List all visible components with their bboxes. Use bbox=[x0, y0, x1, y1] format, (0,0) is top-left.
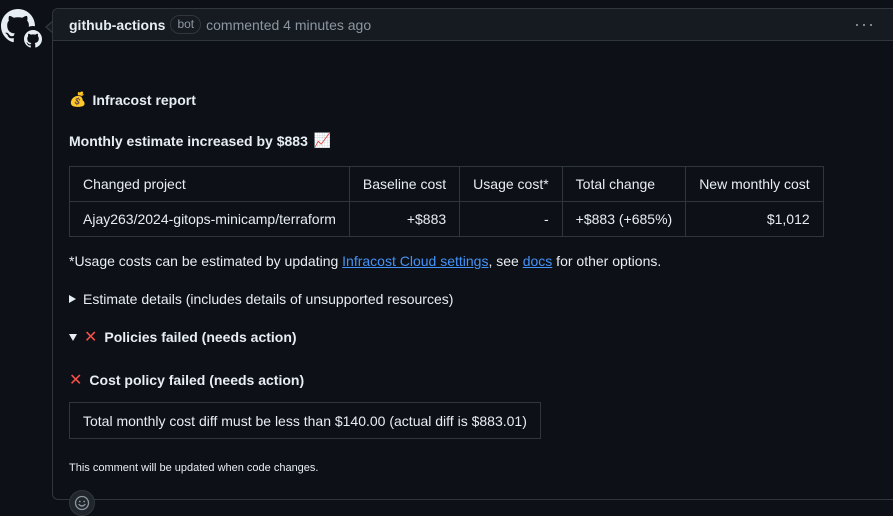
report-title-text: Infracost report bbox=[92, 91, 196, 108]
col-new-monthly-cost: New monthly cost bbox=[685, 166, 824, 202]
cell-total-change: +$883 (+685%) bbox=[561, 201, 687, 237]
footer-note: This comment will be updated when code c… bbox=[69, 462, 319, 474]
comment-card: github-actions bot commented 4 minutes a… bbox=[52, 8, 893, 516]
col-total-change: Total change bbox=[561, 166, 687, 202]
col-baseline-cost: Baseline cost bbox=[348, 166, 461, 202]
smiley-icon bbox=[74, 495, 90, 511]
usage-note: *Usage costs can be estimated by updatin… bbox=[69, 253, 661, 269]
author-link[interactable]: github-actions bbox=[69, 17, 165, 33]
cost-policy-label: Cost policy failed (needs action) bbox=[89, 372, 305, 388]
estimate-details-label: Estimate details (includes details of un… bbox=[83, 291, 454, 307]
disclosure-right-icon bbox=[69, 295, 76, 303]
report-title: 💰 Infracost report bbox=[69, 91, 196, 108]
usage-note-middle: , see bbox=[488, 253, 523, 269]
policies-failed-summary[interactable]: ✕ Policies failed (needs action) bbox=[69, 327, 297, 347]
policy-message: Total monthly cost diff must be less tha… bbox=[83, 412, 527, 429]
bot-badge: bot bbox=[170, 15, 202, 34]
cell-project: Ajay263/2024-gitops-minicamp/terraform bbox=[69, 201, 350, 237]
policy-message-box: Total monthly cost diff must be less tha… bbox=[69, 402, 541, 439]
table-header-row: Changed project Baseline cost Usage cost… bbox=[69, 166, 824, 202]
usage-note-prefix: *Usage costs can be estimated by updatin… bbox=[69, 253, 343, 269]
col-usage-cost: Usage cost* bbox=[459, 166, 563, 202]
add-reaction-button[interactable] bbox=[69, 490, 95, 516]
estimate-heading-text: Monthly estimate increased by $883 bbox=[69, 132, 308, 149]
usage-note-suffix: for other options. bbox=[552, 253, 662, 269]
policies-failed-label: Policies failed (needs action) bbox=[104, 329, 297, 345]
cell-usage-cost: - bbox=[459, 201, 563, 237]
estimate-details-summary[interactable]: Estimate details (includes details of un… bbox=[69, 291, 453, 307]
money-bag-icon: 💰 bbox=[69, 91, 87, 107]
comment-timestamp[interactable]: commented 4 minutes ago bbox=[206, 17, 371, 33]
col-changed-project: Changed project bbox=[69, 166, 350, 202]
docs-link[interactable]: docs bbox=[523, 253, 553, 269]
cross-mark-icon: ✕ bbox=[69, 372, 83, 389]
cross-mark-icon: ✕ bbox=[84, 329, 98, 346]
github-mark-icon bbox=[24, 30, 42, 48]
cost-table: Changed project Baseline cost Usage cost… bbox=[69, 166, 824, 237]
kebab-horizontal-icon[interactable]: ··· bbox=[854, 14, 877, 35]
cell-baseline-cost: +$883 bbox=[348, 201, 461, 237]
app-badge bbox=[20, 26, 46, 52]
cell-new-monthly-cost: $1,012 bbox=[685, 201, 824, 237]
estimate-heading: Monthly estimate increased by $883 📈 bbox=[69, 132, 331, 149]
disclosure-down-icon bbox=[69, 333, 77, 341]
cost-policy-heading: ✕ Cost policy failed (needs action) bbox=[69, 370, 304, 390]
comment-header: github-actions bot commented 4 minutes a… bbox=[53, 9, 893, 41]
table-row: Ajay263/2024-gitops-minicamp/terraform +… bbox=[69, 201, 824, 237]
chart-increasing-icon: 📈 bbox=[313, 132, 332, 148]
infracost-cloud-settings-link[interactable]: Infracost Cloud settings bbox=[342, 253, 488, 269]
